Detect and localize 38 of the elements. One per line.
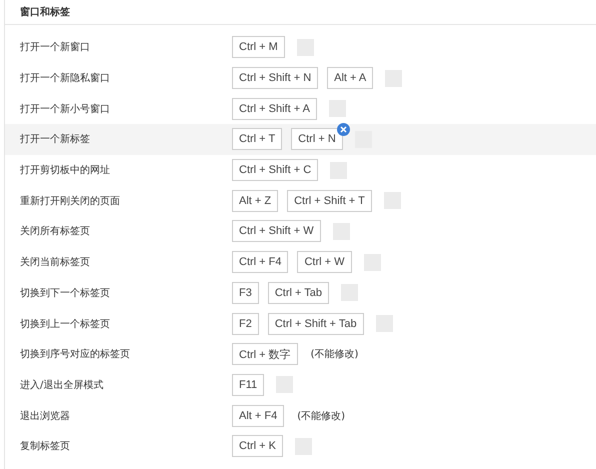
shortcut-label: 退出浏览器 [19,410,71,423]
shortcut-key[interactable]: Ctrl + Shift + C [232,159,318,182]
shortcut-key[interactable]: F2 [232,312,259,335]
shortcut-label: 切换到下一个标签页 [19,286,111,300]
shortcut-key[interactable]: Alt + A [327,67,374,90]
shortcut-key[interactable]: Ctrl + 数字 [232,343,298,366]
shortcut-label: 打开一个新小号窗口 [19,102,111,116]
shortcut-key[interactable]: F11 [232,374,264,396]
shortcut-label: 打开剪切板中的网址 [19,164,111,178]
shortcut-label: 复制标签页 [19,440,71,454]
shortcut-label: 打开一个新标签 [19,132,91,146]
shortcut-key[interactable]: Ctrl + Shift + W [232,220,321,242]
shortcut-key[interactable]: Ctrl + Shift + Tab [268,312,364,335]
shortcut-key[interactable]: Ctrl + Shift + N [232,67,318,90]
shortcut-label: 进入/退出全屏模式 [19,378,104,392]
remove-icon[interactable] [336,123,350,136]
shortcut-label: 重新打开刚关闭的页面 [19,194,121,208]
shortcut-label: 切换到序号对应的标签页 [19,348,131,362]
shortcut-key[interactable]: Ctrl + F4 [232,251,288,274]
shortcut-label: 打开一个新窗口 [19,40,91,54]
shortcut-key[interactable]: Ctrl + Shift + A [232,98,317,120]
section-title: 窗口和标签 [5,0,596,25]
shortcut-key[interactable]: Ctrl + K [232,435,283,458]
shortcut-label: 关闭当前标签页 [19,256,91,270]
shortcut-key[interactable]: Ctrl + N [291,128,343,150]
shortcut-key[interactable]: Ctrl + Tab [268,282,330,304]
note-text: (不能修改) [310,348,358,362]
shortcut-label: 关闭所有标签页 [19,224,91,238]
shortcut-key[interactable]: Alt + F4 [232,404,284,427]
shortcut-label: 打开一个新隐私窗口 [19,72,111,86]
note-text: (不能修改) [297,410,346,423]
shortcut-key[interactable]: Alt + Z [232,190,278,212]
shortcut-key[interactable]: F3 [232,282,259,304]
shortcut-key[interactable]: Ctrl + M [232,36,285,58]
shortcut-key[interactable]: Ctrl + W [297,251,352,274]
shortcut-key[interactable]: Ctrl + Shift + T [287,190,372,212]
shortcut-label: 切换到上一个标签页 [19,318,111,331]
shortcut-key[interactable]: Ctrl + T [232,128,282,150]
